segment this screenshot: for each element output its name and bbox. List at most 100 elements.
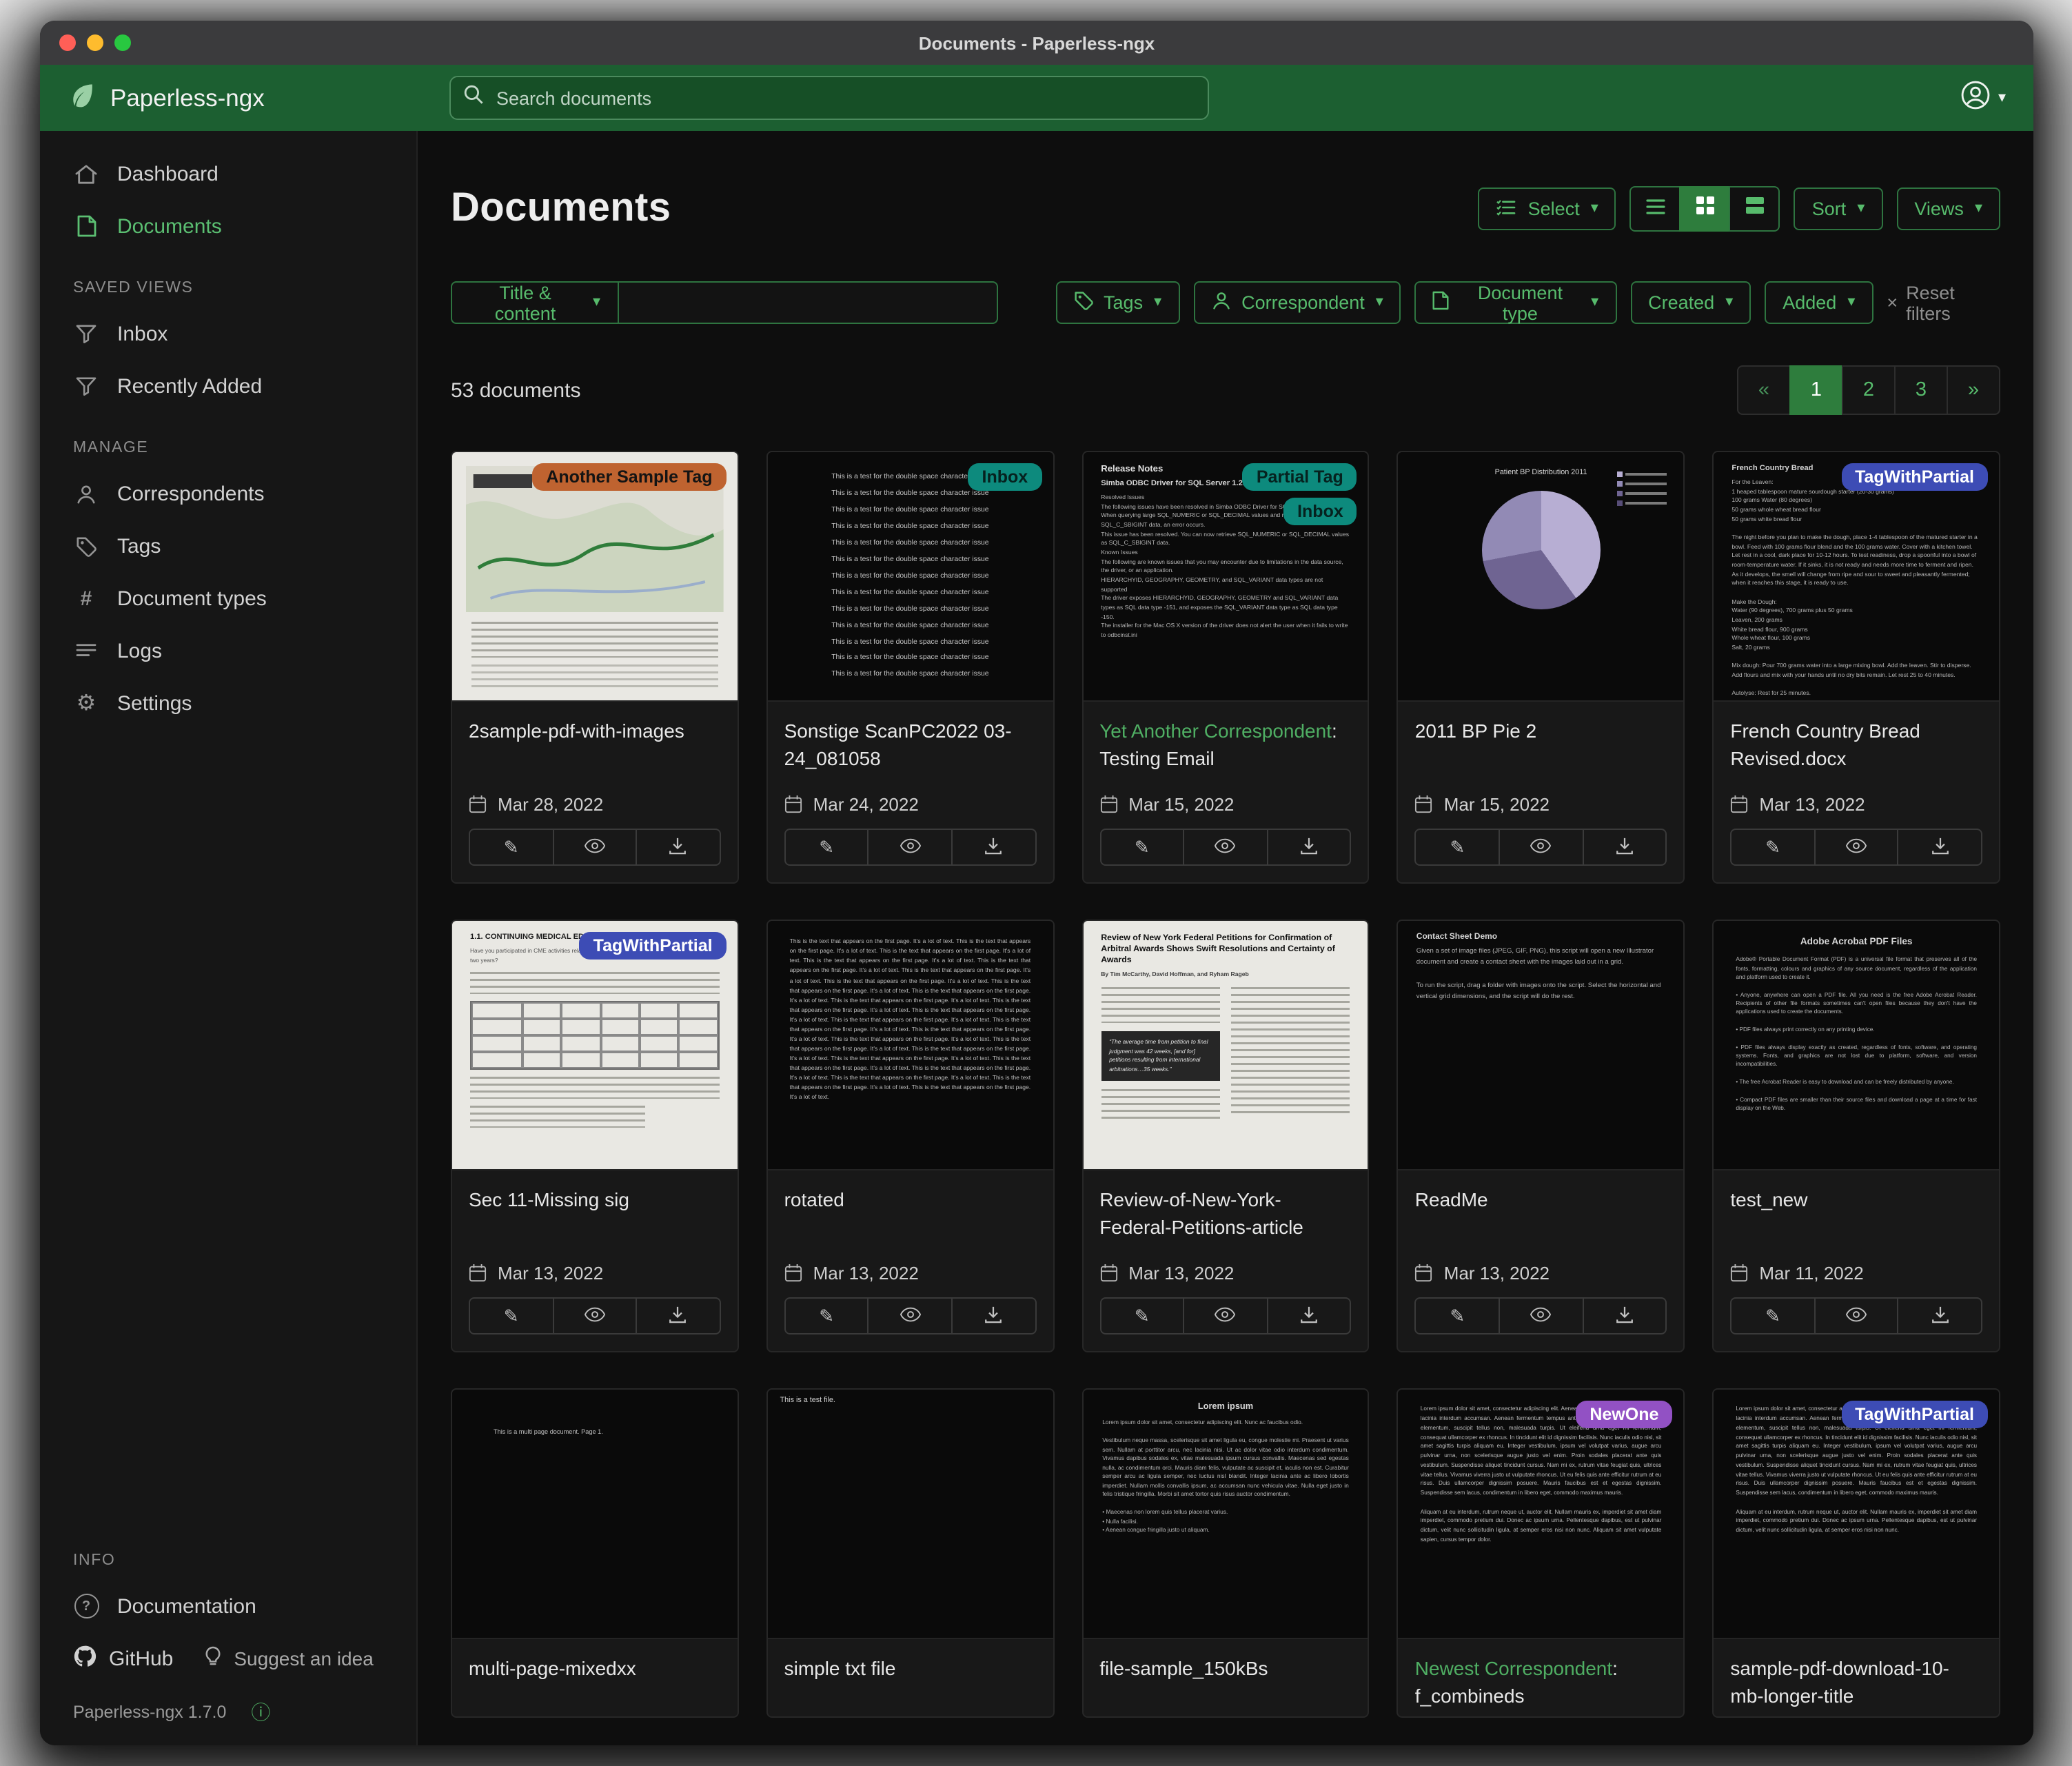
- preview-button[interactable]: [868, 1298, 953, 1335]
- edit-button[interactable]: ✎: [1415, 1298, 1500, 1335]
- document-thumbnail[interactable]: Review of New York Federal Petitions for…: [1083, 921, 1368, 1170]
- document-thumbnail[interactable]: 1.1. CONTINUING MEDICAL EDUCA Have you p…: [452, 921, 738, 1170]
- edit-button[interactable]: ✎: [1730, 1298, 1815, 1335]
- edit-button[interactable]: ✎: [1099, 829, 1184, 866]
- document-type-filter-button[interactable]: Document type ▾: [1415, 281, 1616, 324]
- close-window-button[interactable]: [59, 34, 76, 51]
- document-thumbnail[interactable]: Adobe Acrobat PDF Files Adobe® Portable …: [1714, 921, 1999, 1170]
- document-title[interactable]: Yet Another Correspondent: Testing Email: [1083, 702, 1368, 778]
- document-card[interactable]: Patient BP Distribution 2011 2011 BP Pie…: [1397, 451, 1685, 884]
- tag-badge[interactable]: TagWithPartial: [1841, 463, 1988, 491]
- preview-button[interactable]: [552, 1298, 637, 1335]
- document-card[interactable]: Contact Sheet Demo Given a set of image …: [1397, 920, 1685, 1352]
- sidebar-item-correspondents[interactable]: Correspondents: [40, 467, 416, 520]
- document-title[interactable]: Review-of-New-York-Federal-Petitions-art…: [1083, 1170, 1368, 1246]
- sidebar-item-documentation[interactable]: ? Documentation: [40, 1580, 416, 1632]
- document-title[interactable]: simple txt file: [768, 1640, 1053, 1689]
- document-thumbnail[interactable]: French Country Bread For the Leaven: 1 h…: [1714, 452, 1999, 702]
- document-title[interactable]: 2sample-pdf-with-images: [452, 702, 738, 751]
- document-thumbnail[interactable]: This is a test for the double space char…: [768, 452, 1053, 702]
- document-title[interactable]: test_new: [1714, 1170, 1999, 1219]
- tag-badge[interactable]: Inbox: [1283, 498, 1357, 525]
- edit-button[interactable]: ✎: [784, 1298, 869, 1335]
- download-button[interactable]: [1267, 1298, 1352, 1335]
- list-view-button[interactable]: [1630, 186, 1681, 232]
- document-thumbnail[interactable]: Contact Sheet Demo Given a set of image …: [1399, 921, 1684, 1170]
- preview-button[interactable]: [1499, 1298, 1583, 1335]
- download-button[interactable]: [1898, 1298, 1982, 1335]
- document-title[interactable]: Sec 11-Missing sig: [452, 1170, 738, 1219]
- preview-button[interactable]: [868, 829, 953, 866]
- sort-button[interactable]: Sort ▾: [1794, 187, 1883, 230]
- document-card[interactable]: This is a multi page document. Page 1. m…: [451, 1389, 739, 1717]
- tag-badge[interactable]: TagWithPartial: [1841, 1401, 1988, 1429]
- sidebar-item-dashboard[interactable]: Dashboard: [40, 148, 416, 200]
- correspondent-filter-button[interactable]: Correspondent ▾: [1193, 281, 1401, 324]
- edit-button[interactable]: ✎: [1415, 829, 1500, 866]
- document-title[interactable]: ReadMe: [1399, 1170, 1684, 1219]
- large-cards-view-button[interactable]: [1729, 186, 1780, 232]
- tags-filter-button[interactable]: Tags ▾: [1055, 281, 1179, 324]
- document-thumbnail[interactable]: Lorem ipsum Lorem ipsum dolor sit amet, …: [1083, 1390, 1368, 1640]
- document-correspondent[interactable]: Yet Another Correspondent: [1099, 720, 1332, 742]
- sidebar-item-recently-added[interactable]: Recently Added: [40, 360, 416, 412]
- tag-badge[interactable]: TagWithPartial: [580, 932, 727, 960]
- document-title[interactable]: file-sample_150kBs: [1083, 1640, 1368, 1689]
- document-title[interactable]: sample-pdf-download-10-mb-longer-title: [1714, 1640, 1999, 1716]
- sidebar-item-github[interactable]: GitHub: [73, 1644, 173, 1673]
- document-title[interactable]: multi-page-mixedxx: [452, 1640, 738, 1689]
- zoom-window-button[interactable]: [114, 34, 131, 51]
- download-button[interactable]: [1582, 1298, 1667, 1335]
- preview-button[interactable]: [552, 829, 637, 866]
- document-thumbnail[interactable]: Release Notes Simba ODBC Driver for SQL …: [1083, 452, 1368, 702]
- document-card[interactable]: This is the text that appears on the fir…: [766, 920, 1055, 1352]
- preview-button[interactable]: [1183, 1298, 1268, 1335]
- global-search[interactable]: [449, 76, 1209, 120]
- user-menu[interactable]: ▾: [1961, 79, 2006, 116]
- preview-button[interactable]: [1183, 829, 1268, 866]
- edit-button[interactable]: ✎: [469, 829, 553, 866]
- edit-button[interactable]: ✎: [1730, 829, 1815, 866]
- created-filter-button[interactable]: Created ▾: [1630, 281, 1751, 324]
- document-card[interactable]: Lorem ipsum Lorem ipsum dolor sit amet, …: [1081, 1389, 1370, 1717]
- reset-filters-button[interactable]: × Reset filters: [1887, 282, 2000, 323]
- download-button[interactable]: [636, 829, 720, 866]
- edit-button[interactable]: ✎: [1099, 1298, 1184, 1335]
- sidebar-item-logs[interactable]: Logs: [40, 625, 416, 677]
- edit-button[interactable]: ✎: [469, 1298, 553, 1335]
- pagination-prev-button[interactable]: «: [1737, 365, 1791, 415]
- document-card[interactable]: 1.1. CONTINUING MEDICAL EDUCA Have you p…: [451, 920, 739, 1352]
- search-input[interactable]: [494, 86, 1195, 110]
- preview-button[interactable]: [1814, 829, 1899, 866]
- document-card[interactable]: Lorem ipsum dolor sit amet, consectetur …: [1397, 1389, 1685, 1717]
- document-title[interactable]: Newest Correspondent: f_combineds: [1399, 1640, 1684, 1716]
- document-card[interactable]: This is a test for the double space char…: [766, 451, 1055, 884]
- tag-badge[interactable]: Another Sample Tag: [532, 463, 726, 491]
- document-card[interactable]: Adobe Acrobat PDF Files Adobe® Portable …: [1712, 920, 2000, 1352]
- title-content-dropdown[interactable]: Title & content ▾: [451, 281, 618, 324]
- pagination-page-2[interactable]: 2: [1842, 365, 1896, 415]
- document-thumbnail[interactable]: This is the text that appears on the fir…: [768, 921, 1053, 1170]
- preview-button[interactable]: [1814, 1298, 1899, 1335]
- document-correspondent[interactable]: Newest Correspondent: [1415, 1658, 1612, 1680]
- document-card[interactable]: Lorem ipsum dolor sit amet, consectetur …: [1712, 1389, 2000, 1717]
- document-card[interactable]: Another Sample Tag 2sample-pdf-with-imag…: [451, 451, 739, 884]
- download-button[interactable]: [951, 1298, 1036, 1335]
- tag-badge[interactable]: Inbox: [968, 463, 1042, 491]
- select-button[interactable]: Select ▾: [1479, 187, 1616, 230]
- tag-badge[interactable]: NewOne: [1576, 1401, 1672, 1429]
- sidebar-item-documents[interactable]: Documents: [40, 200, 416, 252]
- download-button[interactable]: [951, 829, 1036, 866]
- edit-button[interactable]: ✎: [784, 829, 869, 866]
- added-filter-button[interactable]: Added ▾: [1765, 281, 1873, 324]
- sidebar-item-tags[interactable]: Tags: [40, 520, 416, 572]
- download-button[interactable]: [636, 1298, 720, 1335]
- document-card[interactable]: Release Notes Simba ODBC Driver for SQL …: [1081, 451, 1370, 884]
- download-button[interactable]: [1898, 829, 1982, 866]
- document-card[interactable]: French Country Bread For the Leaven: 1 h…: [1712, 451, 2000, 884]
- title-content-input[interactable]: [618, 281, 997, 324]
- document-title[interactable]: French Country Bread Revised.docx: [1714, 702, 1999, 778]
- document-title[interactable]: 2011 BP Pie 2: [1399, 702, 1684, 751]
- document-thumbnail[interactable]: Lorem ipsum dolor sit amet, consectetur …: [1714, 1390, 1999, 1640]
- sidebar-item-suggest-idea[interactable]: Suggest an idea: [203, 1646, 373, 1671]
